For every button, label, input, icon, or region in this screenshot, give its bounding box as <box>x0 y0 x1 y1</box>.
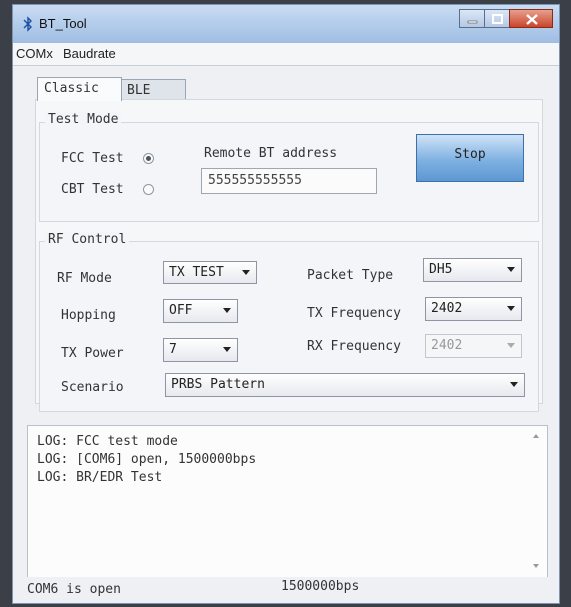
remote-bt-address-label: Remote BT address <box>204 146 338 161</box>
window-title: BT_Tool <box>39 16 87 31</box>
tab-classic[interactable]: Classic <box>37 77 122 101</box>
fcc-test-label: FCC Test <box>61 151 124 166</box>
rx-frequency-value: 2402 <box>431 338 463 353</box>
hopping-label: Hopping <box>61 308 116 323</box>
cbt-test-label: CBT Test <box>61 182 124 197</box>
bt-tool-window: BT_Tool COMx Baudrate Classic BLE Test M… <box>12 4 560 604</box>
scroll-down-icon[interactable] <box>533 564 539 568</box>
rf-mode-dropdown[interactable]: TX TEST <box>163 261 257 284</box>
menu-bar: COMx Baudrate <box>13 43 559 66</box>
cbt-test-radio[interactable] <box>143 184 154 195</box>
rf-mode-value: TX TEST <box>169 265 224 280</box>
maximize-icon <box>492 14 503 24</box>
chevron-down-icon <box>507 343 515 348</box>
close-icon <box>526 14 538 25</box>
bluetooth-icon <box>23 16 32 32</box>
caption-buttons <box>459 9 553 33</box>
status-port: COM6 is open <box>27 582 121 597</box>
status-bar: COM6 is open 1500000bps <box>13 577 559 603</box>
chevron-down-icon <box>223 347 231 352</box>
fcc-test-radio[interactable] <box>143 153 154 164</box>
tx-frequency-label: TX Frequency <box>307 306 401 321</box>
title-bar[interactable]: BT_Tool <box>13 5 559 44</box>
chevron-down-icon <box>510 382 518 387</box>
packet-type-value: DH5 <box>429 262 453 277</box>
tx-frequency-dropdown[interactable]: 2402 <box>425 297 522 321</box>
hopping-dropdown[interactable]: OFF <box>163 299 238 323</box>
log-line: LOG: FCC test mode <box>37 434 178 449</box>
chevron-down-icon <box>507 306 515 311</box>
tx-power-label: TX Power <box>61 346 124 361</box>
tx-power-dropdown[interactable]: 7 <box>163 338 238 362</box>
stop-button[interactable]: Stop <box>416 134 524 182</box>
hopping-value: OFF <box>169 303 193 318</box>
tab-ble[interactable]: BLE <box>120 79 186 101</box>
scenario-dropdown[interactable]: PRBS Pattern <box>165 373 525 397</box>
menu-baudrate[interactable]: Baudrate <box>63 46 116 61</box>
rf-mode-label: RF Mode <box>57 271 112 286</box>
tx-power-value: 7 <box>169 342 177 357</box>
rf-control-title: RF Control <box>45 232 130 247</box>
log-output[interactable]: LOG: FCC test mode LOG: [COM6] open, 150… <box>27 425 548 579</box>
chevron-down-icon <box>242 270 250 275</box>
chevron-down-icon <box>223 308 231 313</box>
remote-bt-address-input[interactable]: 555555555555 <box>201 168 377 194</box>
chevron-down-icon <box>507 267 515 272</box>
status-baud: 1500000bps <box>281 579 360 594</box>
log-line: LOG: BR/EDR Test <box>37 470 163 485</box>
packet-type-dropdown[interactable]: DH5 <box>423 258 522 282</box>
maximize-button[interactable] <box>484 9 510 28</box>
packet-type-label: Packet Type <box>307 268 394 283</box>
scroll-up-icon[interactable] <box>533 434 539 438</box>
scenario-value: PRBS Pattern <box>171 377 265 392</box>
rx-frequency-label: RX Frequency <box>307 339 401 354</box>
menu-comx[interactable]: COMx <box>16 46 53 61</box>
test-mode-title: Test Mode <box>45 112 122 127</box>
close-button[interactable] <box>509 9 553 28</box>
rx-frequency-dropdown[interactable]: 2402 <box>425 334 522 358</box>
tx-frequency-value: 2402 <box>431 301 463 316</box>
scenario-label: Scenario <box>61 380 124 395</box>
minimize-icon <box>467 20 478 24</box>
minimize-button[interactable] <box>459 9 485 28</box>
log-line: LOG: [COM6] open, 1500000bps <box>37 452 257 467</box>
